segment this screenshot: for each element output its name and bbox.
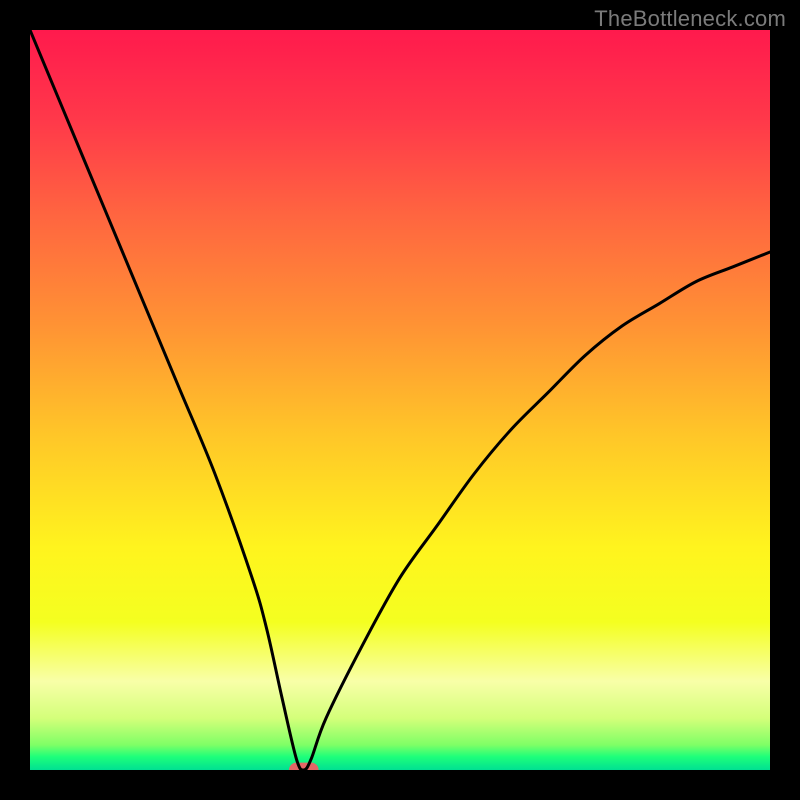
gradient-background [30,30,770,770]
plot-area [30,30,770,770]
watermark-text: TheBottleneck.com [594,6,786,32]
bottleneck-chart [30,30,770,770]
chart-container: TheBottleneck.com [0,0,800,800]
